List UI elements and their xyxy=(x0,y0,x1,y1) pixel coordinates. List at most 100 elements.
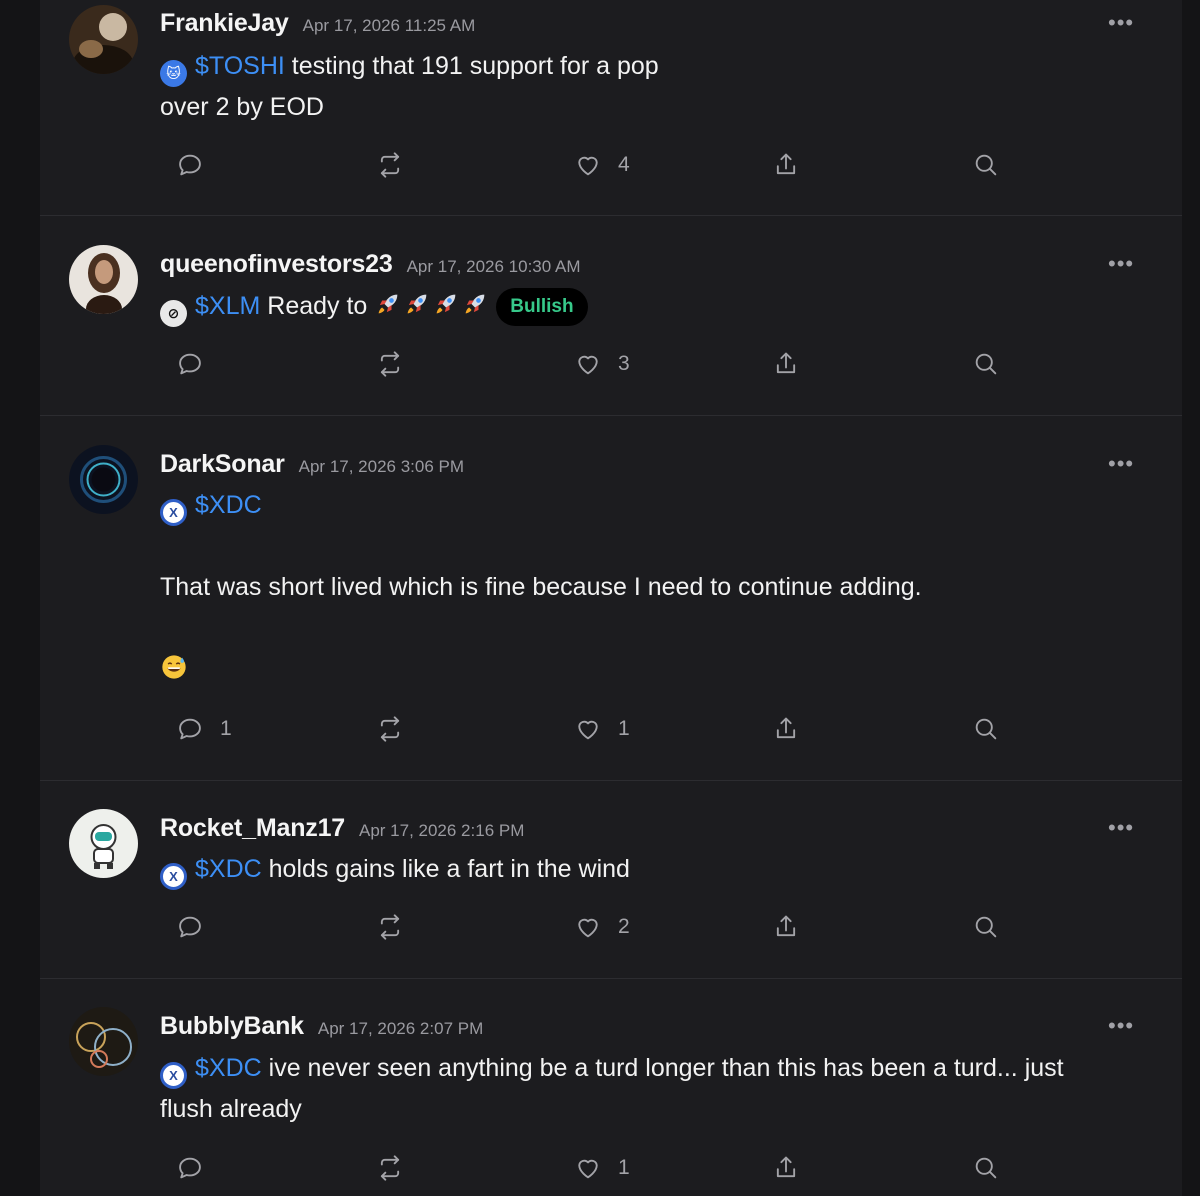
repost-button[interactable] xyxy=(376,150,404,180)
username[interactable]: DarkSonar xyxy=(160,450,285,479)
post-actions: 3 xyxy=(160,349,1060,379)
username[interactable]: queenofinvestors23 xyxy=(160,250,393,279)
search-icon xyxy=(975,718,997,740)
post-bubblybank[interactable]: BubblyBank Apr 17, 2026 2:07 PM ••• X $XD… xyxy=(40,979,1182,1196)
repost-button[interactable] xyxy=(376,714,404,744)
post-text: over 2 by EOD xyxy=(160,93,324,121)
avatar[interactable] xyxy=(69,5,138,74)
search-icon xyxy=(975,154,997,176)
like-button[interactable]: 1 xyxy=(574,1153,630,1183)
avatar[interactable] xyxy=(69,1007,138,1076)
post-actions: 4 xyxy=(160,150,1060,180)
ticker-link[interactable]: $XDC xyxy=(195,1054,262,1082)
comment-button[interactable] xyxy=(176,150,220,180)
comment-button[interactable] xyxy=(176,1153,220,1183)
share-button[interactable] xyxy=(772,349,800,379)
share-icon xyxy=(776,1156,796,1178)
heart-icon xyxy=(578,720,598,740)
ticker-link[interactable]: $TOSHI xyxy=(195,52,285,80)
heart-icon xyxy=(578,156,598,176)
repost-icon xyxy=(380,152,400,178)
share-icon xyxy=(776,915,796,937)
repost-icon xyxy=(380,914,400,940)
timestamp[interactable]: Apr 17, 2026 2:16 PM xyxy=(359,821,524,841)
timestamp[interactable]: Apr 17, 2026 2:07 PM xyxy=(318,1019,483,1039)
ticker-link[interactable]: $XDC xyxy=(195,855,262,883)
repost-button[interactable] xyxy=(376,1153,404,1183)
search-icon xyxy=(975,916,997,938)
more-icon[interactable]: ••• xyxy=(1108,817,1134,839)
share-button[interactable] xyxy=(772,1153,800,1183)
ticker-link[interactable]: $XLM xyxy=(195,292,260,320)
search-button[interactable] xyxy=(972,150,1000,180)
like-count: 2 xyxy=(618,915,630,938)
heart-icon xyxy=(578,918,598,938)
post-body: X $XDC holds gains like a fart in the win… xyxy=(160,849,1120,890)
post-text: flush already xyxy=(160,1095,302,1123)
comment-icon xyxy=(179,916,201,938)
repost-button[interactable] xyxy=(376,912,404,942)
post-header: BubblyBank Apr 17, 2026 2:07 PM xyxy=(160,1012,483,1041)
more-icon[interactable]: ••• xyxy=(1108,253,1134,275)
share-icon xyxy=(776,352,796,374)
post-frankiejay[interactable]: FrankieJay Apr 17, 2026 11:25 AM ••• 🐱 $T… xyxy=(40,0,1182,216)
search-button[interactable] xyxy=(972,912,1000,942)
grinning-sweat-emoji xyxy=(162,655,186,679)
share-icon xyxy=(776,717,796,739)
username[interactable]: FrankieJay xyxy=(160,9,289,38)
comment-icon xyxy=(179,353,201,375)
username[interactable]: BubblyBank xyxy=(160,1012,304,1041)
avatar[interactable] xyxy=(69,445,138,514)
search-button[interactable] xyxy=(972,714,1000,744)
share-button[interactable] xyxy=(772,714,800,744)
search-icon xyxy=(975,1157,997,1179)
post-queenofinvestors23[interactable]: queenofinvestors23 Apr 17, 2026 10:30 AM… xyxy=(40,216,1182,416)
username[interactable]: Rocket_Manz17 xyxy=(160,814,345,843)
post-body: X $XDC ive never seen anything be a turd … xyxy=(160,1048,1120,1130)
post-body: 🐱 $TOSHI testing that 191 support for a p… xyxy=(160,46,1120,128)
post-body: ⊘ $XLM Ready to Bullish xyxy=(160,286,1120,327)
comment-button[interactable]: 1 xyxy=(176,714,232,744)
timestamp[interactable]: Apr 17, 2026 10:30 AM xyxy=(407,257,581,277)
like-button[interactable]: 3 xyxy=(574,349,630,379)
repost-button[interactable] xyxy=(376,349,404,379)
rocket-emoji xyxy=(436,294,456,314)
comment-button[interactable] xyxy=(176,349,220,379)
post-darksonar[interactable]: DarkSonar Apr 17, 2026 3:06 PM ••• X $XDC… xyxy=(40,416,1182,781)
more-icon[interactable]: ••• xyxy=(1108,1015,1134,1037)
post-body: X $XDC xyxy=(160,485,1120,526)
coin-icon: 🐱 xyxy=(160,60,187,87)
like-button[interactable]: 1 xyxy=(574,714,630,744)
rocket-emoji xyxy=(465,294,485,314)
like-count: 1 xyxy=(618,1156,630,1179)
heart-icon xyxy=(578,1159,598,1179)
like-button[interactable]: 2 xyxy=(574,912,630,942)
avatar[interactable] xyxy=(69,245,138,314)
post-actions: 1 1 xyxy=(160,714,1060,744)
more-icon[interactable]: ••• xyxy=(1108,12,1134,34)
coin-icon: X xyxy=(160,1062,187,1089)
post-text: That was short lived which is fine becau… xyxy=(160,573,922,601)
timestamp[interactable]: Apr 17, 2026 11:25 AM xyxy=(303,16,476,36)
sentiment-badge: Bullish xyxy=(496,288,588,326)
share-button[interactable] xyxy=(772,912,800,942)
like-count: 1 xyxy=(618,717,630,740)
comment-icon xyxy=(179,718,201,740)
rocket-emoji xyxy=(378,294,398,314)
search-button[interactable] xyxy=(972,1153,1000,1183)
search-button[interactable] xyxy=(972,349,1000,379)
comment-button[interactable] xyxy=(176,912,220,942)
post-header: queenofinvestors23 Apr 17, 2026 10:30 AM xyxy=(160,250,581,279)
comment-icon xyxy=(179,154,201,176)
ticker-link[interactable]: $XDC xyxy=(195,491,262,519)
search-icon xyxy=(975,353,997,375)
post-text: Ready to xyxy=(260,292,375,320)
share-button[interactable] xyxy=(772,150,800,180)
timestamp[interactable]: Apr 17, 2026 3:06 PM xyxy=(299,457,464,477)
post-emoji xyxy=(160,649,1120,690)
like-button[interactable]: 4 xyxy=(574,150,630,180)
avatar[interactable] xyxy=(69,809,138,878)
post-rocket-manz17[interactable]: Rocket_Manz17 Apr 17, 2026 2:16 PM ••• X… xyxy=(40,781,1182,979)
post-text: ive never seen anything be a turd longer… xyxy=(261,1054,1064,1082)
more-icon[interactable]: ••• xyxy=(1108,453,1134,475)
